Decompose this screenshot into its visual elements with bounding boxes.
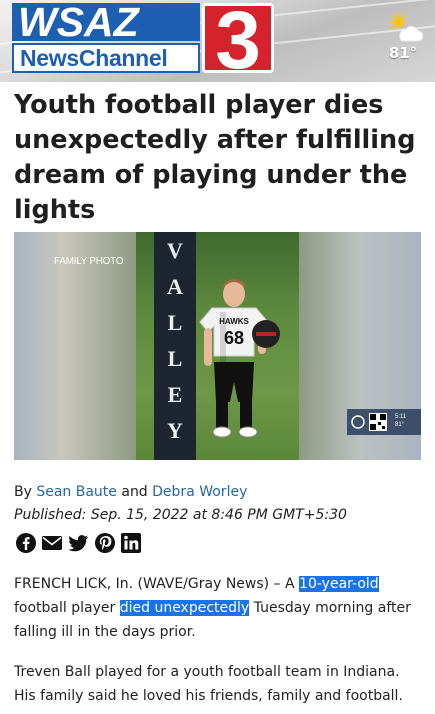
byline: By Sean Baute and Debra Worley (14, 484, 247, 500)
pole-letter: L (167, 310, 183, 335)
image-caption: FAMILY PHOTO (54, 256, 124, 267)
site-header: WSAZ NewsChannel 3 81° (0, 0, 435, 82)
byline-and: and (121, 484, 148, 500)
pinterest-icon[interactable] (94, 532, 116, 554)
author-link-2[interactable]: Debra Worley (152, 484, 247, 500)
article-paragraph-2: Treven Ball played for a youth football … (14, 664, 403, 704)
site-logo[interactable]: WSAZ NewsChannel 3 (12, 0, 274, 82)
temperature: 81° (388, 44, 418, 62)
weather-widget[interactable]: 81° (383, 10, 424, 70)
qr-code-icon (369, 413, 387, 431)
pole-letter: Y (167, 418, 183, 443)
logo-newschannel: NewsChannel (12, 43, 200, 73)
article-image[interactable]: V A L L E Y HAWKS 68 FAMILY PHOTO 5:11 8… (14, 232, 421, 460)
bug-time: 5:11 (395, 414, 407, 420)
published-date: Published: Sep. 15, 2022 at 8:46 PM GMT+… (14, 507, 347, 523)
p1-highlight-1[interactable]: 10-year-old (299, 576, 379, 592)
bug-temp: 81° (395, 422, 405, 428)
pole-letter: A (167, 274, 183, 299)
twitter-icon[interactable] (67, 532, 89, 554)
pole-letter: L (167, 346, 183, 371)
article-headline: Youth football player dies unexpectedly … (14, 90, 416, 225)
jersey-text: HAWKS (219, 317, 249, 326)
author-link-1[interactable]: Sean Baute (36, 484, 117, 500)
pole-letter: E (167, 382, 183, 407)
article-paragraph-1: FRENCH LICK, In. (WAVE/Gray News) – A 10… (14, 572, 424, 644)
station-logo-icon (351, 415, 365, 429)
p1-text-1: FRENCH LICK, In. (WAVE/Gray News) – A (14, 576, 295, 592)
tv-station-bug: 5:11 81° (347, 409, 421, 435)
pole-letter: V (167, 238, 183, 263)
facebook-icon[interactable] (15, 532, 37, 554)
football-player-figure: HAWKS 68 (199, 279, 280, 438)
p1-highlight-2[interactable]: died unexpectedly (119, 600, 250, 616)
jersey-number: 68 (224, 328, 244, 348)
p1-text-2: football player (14, 600, 116, 616)
linkedin-icon[interactable] (120, 532, 142, 554)
email-icon[interactable] (41, 532, 63, 554)
logo-wsaz: WSAZ (12, 2, 200, 43)
partly-sunny-icon (389, 12, 424, 42)
byline-prefix: By (14, 484, 32, 500)
logo-number: 3 (202, 0, 274, 82)
